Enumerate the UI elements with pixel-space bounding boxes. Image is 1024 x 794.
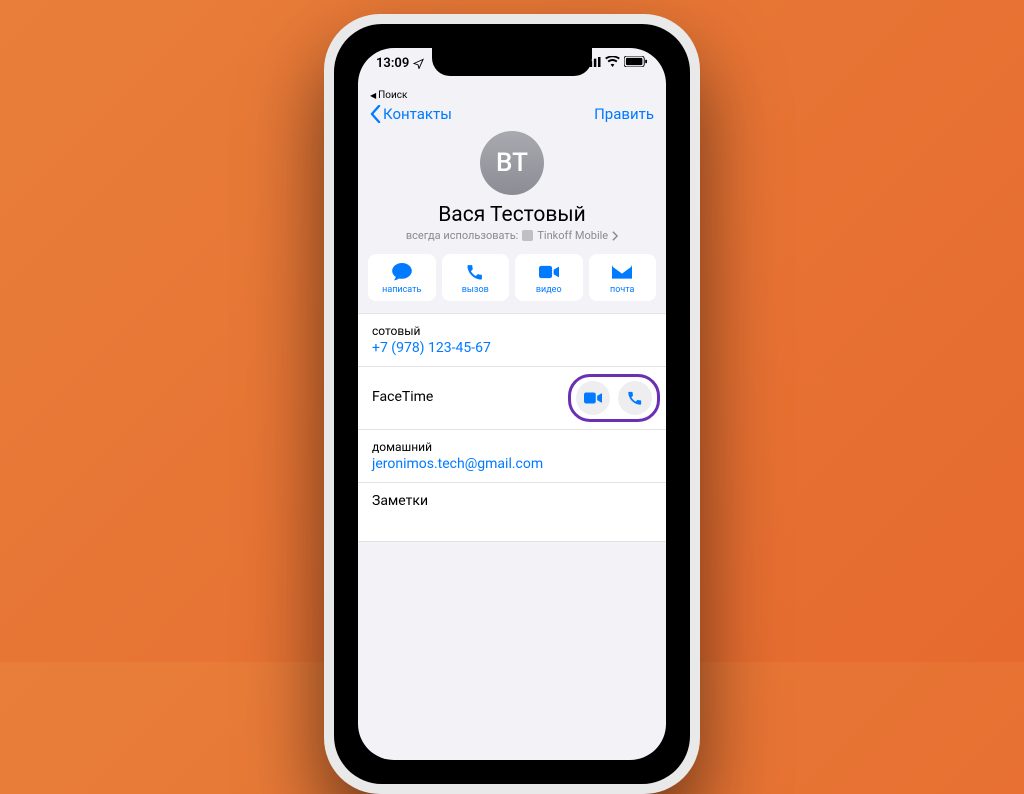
back-button[interactable]: Контакты — [370, 105, 452, 123]
status-time: 13:09 — [376, 56, 409, 71]
message-icon — [392, 262, 412, 282]
video-icon — [584, 392, 602, 404]
phone-bezel: 13:09 ◀Поиск Контакты Править — [334, 24, 690, 784]
chevron-right-icon — [612, 231, 618, 241]
wifi-icon — [605, 56, 620, 67]
edit-button[interactable]: Править — [594, 105, 654, 123]
mail-icon — [612, 262, 632, 282]
message-button[interactable]: написать — [368, 254, 436, 301]
notch — [432, 48, 592, 76]
video-button[interactable]: видео — [515, 254, 583, 301]
phone-row[interactable]: сотовый +7 (978) 123-45-67 — [358, 314, 666, 367]
phone-icon — [627, 390, 643, 406]
nav-bar: Контакты Править — [358, 101, 666, 129]
carrier-chip-icon — [522, 230, 533, 241]
facetime-audio-button[interactable] — [618, 381, 652, 415]
details-list: сотовый +7 (978) 123-45-67 FaceTime — [358, 313, 666, 542]
action-buttons: написать вызов видео почта — [358, 254, 666, 313]
avatar: ВТ — [480, 131, 544, 195]
phone-icon — [465, 262, 485, 282]
phone-frame: 13:09 ◀Поиск Контакты Править — [324, 14, 700, 794]
breadcrumb-return[interactable]: ◀Поиск — [358, 90, 666, 101]
facetime-video-button[interactable] — [576, 381, 610, 415]
call-button[interactable]: вызов — [442, 254, 510, 301]
location-arrow-icon — [413, 58, 424, 69]
breadcrumb-arrow-icon: ◀ — [370, 91, 376, 100]
mail-button[interactable]: почта — [589, 254, 657, 301]
video-icon — [539, 262, 559, 282]
contact-name: Вася Тестовый — [358, 203, 666, 227]
battery-icon — [624, 56, 648, 67]
screen: 13:09 ◀Поиск Контакты Править — [358, 48, 666, 760]
notes-row[interactable]: Заметки — [358, 483, 666, 542]
chevron-left-icon — [370, 105, 381, 123]
always-use-row[interactable]: всегда использовать: Tinkoff Mobile — [358, 229, 666, 242]
email-row[interactable]: домашний jeronimos.tech@gmail.com — [358, 430, 666, 483]
facetime-row: FaceTime — [358, 367, 666, 430]
